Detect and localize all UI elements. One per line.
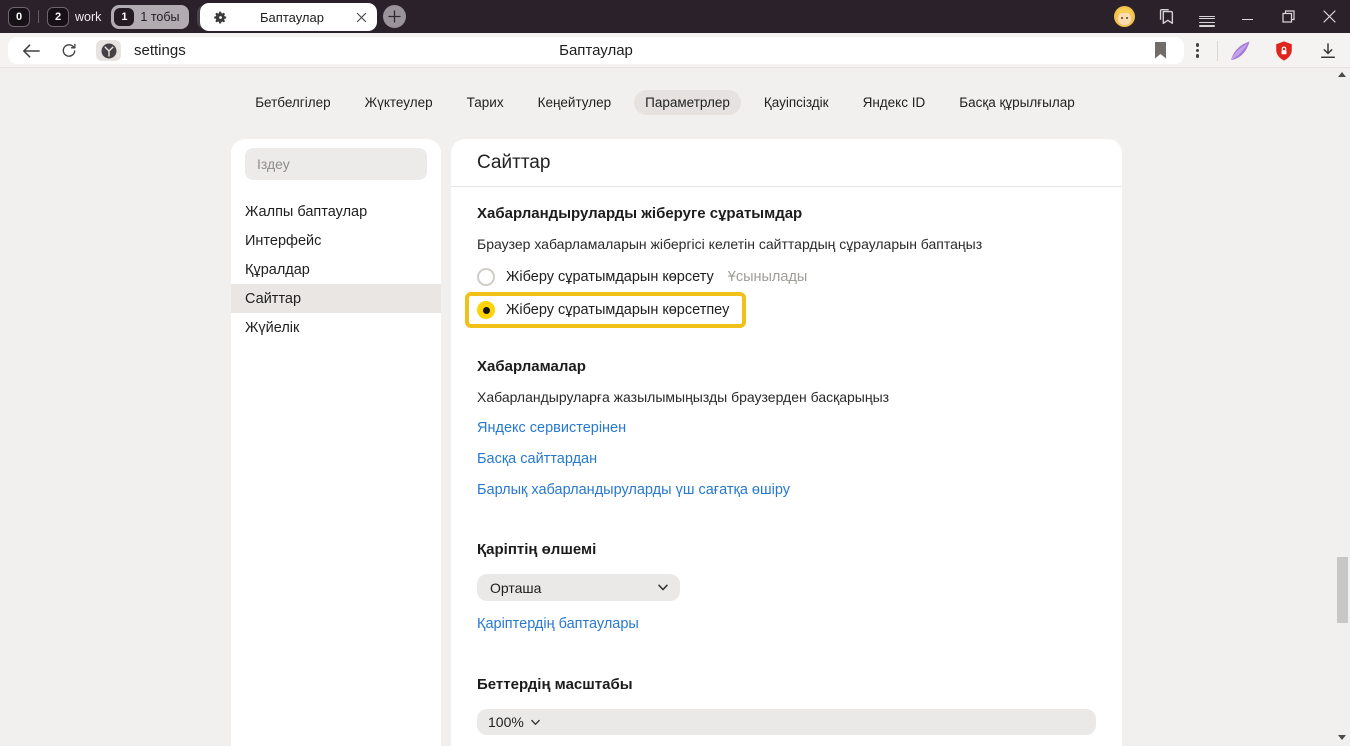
workspace-label: 1 тобы <box>140 10 179 24</box>
sidebar-item-system[interactable]: Жүйелік <box>231 313 441 342</box>
section-heading-notifications: Хабарламалар <box>477 358 1096 375</box>
search-input[interactable] <box>245 148 427 180</box>
radio-option-hide-requests[interactable]: Жіберу сұратымдарын көрсетпеу <box>477 301 729 319</box>
radio-selected-icon[interactable] <box>477 301 495 319</box>
workspace-badge[interactable]: 0 <box>8 7 30 27</box>
new-tab-button[interactable] <box>383 5 406 28</box>
section-heading-page-zoom: Беттердің масштабы <box>477 676 1096 693</box>
address-bar[interactable]: settings Баптаулар <box>8 37 1184 64</box>
select-value: 100% <box>488 714 524 730</box>
downloads-icon[interactable] <box>1306 41 1350 61</box>
radio-option-show-requests[interactable]: Жіберу сұратымдарын көрсету Ұсынылады <box>477 268 1096 286</box>
nav-tab-history[interactable]: Тарих <box>456 90 515 115</box>
workspace-active[interactable]: 1 1 тобы <box>111 5 188 29</box>
close-window-button[interactable] <box>1309 0 1350 33</box>
reload-icon[interactable] <box>60 42 78 60</box>
settings-sidebar: Жалпы баптаулар Интерфейс Құралдар Сайтт… <box>231 139 441 746</box>
nav-tab-settings[interactable]: Параметрлер <box>634 90 741 115</box>
chevron-down-icon <box>531 719 540 726</box>
bookmark-icon[interactable] <box>1154 42 1167 59</box>
link-font-settings[interactable]: Қаріптердің баптаулары <box>477 616 639 632</box>
divider <box>38 10 39 23</box>
settings-main-panel: Сайттар Хабарландыруларды жіберуге сұрат… <box>451 139 1122 746</box>
section-heading-font-size: Қаріптің өлшемі <box>477 541 1096 558</box>
radio-unselected-icon[interactable] <box>477 268 495 286</box>
nav-tab-extensions[interactable]: Кеңейтулер <box>527 90 623 115</box>
section-heading-notification-requests: Хабарландыруларды жіберуге сұратымдар <box>477 205 1096 222</box>
sidebar-item-general[interactable]: Жалпы баптаулар <box>231 197 441 226</box>
scrollbar-thumb[interactable] <box>1337 557 1348 623</box>
address-row: settings Баптаулар <box>0 33 1350 68</box>
nav-tab-yandex-id[interactable]: Яндекс ID <box>852 90 937 115</box>
workspace-badge[interactable]: 2 <box>47 7 69 27</box>
url-text[interactable]: settings <box>134 42 186 59</box>
gear-icon <box>213 10 228 25</box>
link-yandex-services[interactable]: Яндекс сервистерінен <box>477 420 626 436</box>
nav-tab-other-devices[interactable]: Басқа құрылғылар <box>948 90 1086 115</box>
radio-label: Жіберу сұратымдарын көрсетпеу <box>506 302 729 318</box>
tab-close-icon[interactable] <box>356 12 367 23</box>
minimize-button[interactable] <box>1227 0 1268 33</box>
site-identity-badge[interactable] <box>96 40 121 61</box>
chevron-down-icon <box>658 584 668 591</box>
browser-tab-active[interactable]: Баптаулар <box>200 3 377 31</box>
settings-nav: Бетбелгілер Жүктеулер Тарих Кеңейтулер П… <box>0 90 1330 115</box>
sidebar-item-interface[interactable]: Интерфейс <box>231 226 441 255</box>
scrollbar-down-arrow[interactable] <box>1338 735 1346 740</box>
back-icon[interactable] <box>22 43 40 59</box>
page-title: Сайттар <box>451 139 1122 187</box>
radio-label: Жіберу сұратымдарын көрсету <box>506 269 714 285</box>
kebab-menu-icon[interactable] <box>1196 41 1199 60</box>
side-panels-icon[interactable] <box>1145 0 1186 33</box>
nav-tab-bookmarks[interactable]: Бетбелгілер <box>244 90 341 115</box>
sidebar-item-sites[interactable]: Сайттар <box>231 284 441 313</box>
highlight-annotation-box: Жіберу сұратымдарын көрсетпеу <box>465 292 746 328</box>
sidebar-item-tools[interactable]: Құралдар <box>231 255 441 284</box>
workspace-switcher: 0 2 work 1 1 тобы <box>8 0 224 33</box>
window-titlebar: 0 2 work 1 1 тобы Баптаулар <box>0 0 1350 33</box>
feather-extension-icon[interactable] <box>1218 39 1262 63</box>
profile-avatar[interactable] <box>1104 0 1145 33</box>
section-description: Хабарландыруларға жазылымыңызды браузерд… <box>477 389 1096 405</box>
plus-icon <box>388 10 401 23</box>
menu-icon[interactable] <box>1186 0 1227 33</box>
protect-shield-icon[interactable] <box>1262 40 1306 62</box>
workspace-badge: 1 <box>114 8 134 26</box>
tab-title: Баптаулар <box>228 10 356 25</box>
section-description: Браузер хабарламаларын жібергісі келетін… <box>477 236 1096 252</box>
link-other-sites[interactable]: Басқа сайттардан <box>477 451 597 467</box>
link-mute-all-3h[interactable]: Барлық хабарландыруларды үш сағатқа өшір… <box>477 482 790 498</box>
select-value: Орташа <box>490 580 541 596</box>
scrollbar-up-arrow[interactable] <box>1338 72 1346 77</box>
recommended-badge: Ұсынылады <box>728 269 808 285</box>
nav-tab-downloads[interactable]: Жүктеулер <box>354 90 444 115</box>
nav-tab-security[interactable]: Қауіпсіздік <box>753 90 840 115</box>
page-zoom-select[interactable]: 100% <box>477 709 1096 735</box>
workspace-label[interactable]: work <box>75 10 101 24</box>
font-size-select[interactable]: Орташа <box>477 574 680 601</box>
maximize-button[interactable] <box>1268 0 1309 33</box>
